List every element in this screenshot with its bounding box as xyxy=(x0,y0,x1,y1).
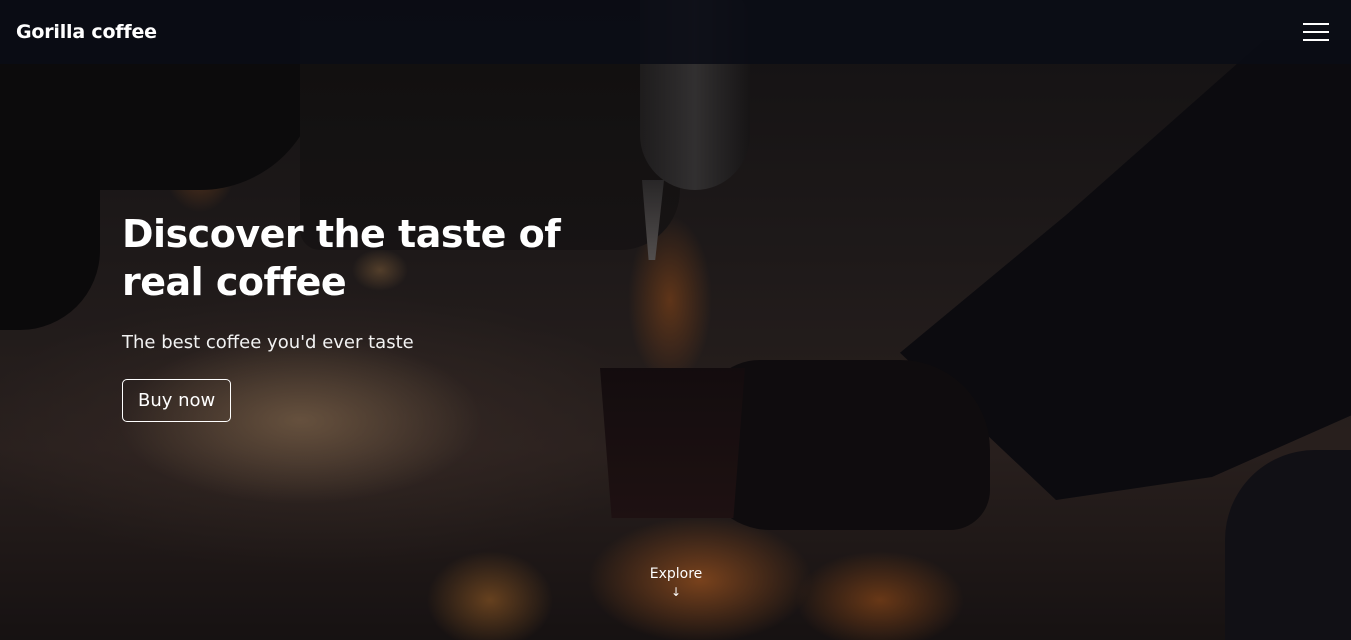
hero-content: Discover the taste of real coffee The be… xyxy=(122,210,642,422)
explore-label: Explore xyxy=(649,566,703,582)
navbar: Gorilla coffee xyxy=(0,0,1351,64)
explore-link[interactable]: Explore ↓ xyxy=(616,566,736,598)
menu-bar xyxy=(1303,39,1329,41)
brand-logo[interactable]: Gorilla coffee xyxy=(16,21,157,43)
menu-bar xyxy=(1303,23,1329,25)
arrow-down-icon: ↓ xyxy=(670,585,682,599)
hero-headline: Discover the taste of real coffee xyxy=(122,212,561,304)
hero-subheadline: The best coffee you'd ever taste xyxy=(122,332,414,353)
hamburger-menu-icon[interactable] xyxy=(1303,21,1329,43)
hero-section: Gorilla coffee Discover the taste of rea… xyxy=(0,0,1351,640)
buy-now-button[interactable]: Buy now xyxy=(122,379,232,422)
menu-bar xyxy=(1303,31,1329,33)
